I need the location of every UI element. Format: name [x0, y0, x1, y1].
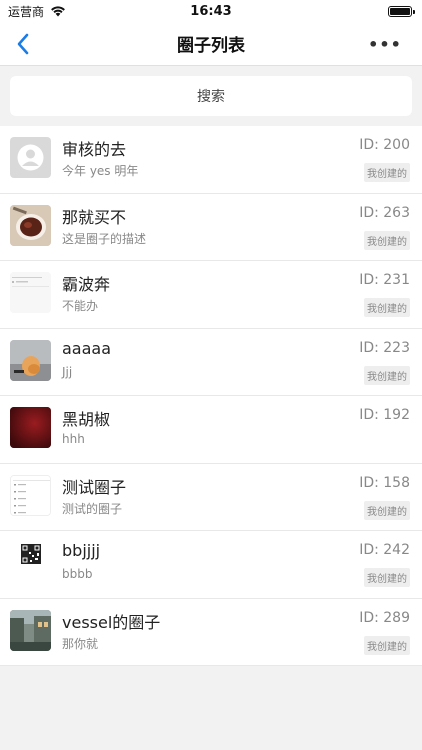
- item-id: ID: 200: [359, 137, 410, 153]
- chevron-left-icon: [17, 33, 29, 55]
- status-time: 16:43: [190, 3, 232, 19]
- list-item[interactable]: vessel的圈子 那你就 ID: 289 我创建的: [0, 599, 422, 666]
- list-screenshot-thumbnail: [10, 474, 51, 516]
- item-description: 那你就: [62, 636, 99, 651]
- creator-badge: 我创建的: [364, 500, 410, 520]
- circle-list: 审核的去 今年 yes 明年 ID: 200 我创建的 那就买不 这是圈子的描述…: [0, 126, 422, 666]
- page-title: 圈子列表: [177, 36, 245, 56]
- screenshot-thumbnail: [10, 272, 51, 313]
- list-item[interactable]: 黑胡椒 hhh ID: 192: [0, 396, 422, 464]
- list-item[interactable]: 审核的去 今年 yes 明年 ID: 200 我创建的: [0, 126, 422, 194]
- list-item[interactable]: 那就买不 这是圈子的描述 ID: 263 我创建的: [0, 194, 422, 261]
- item-title: 黑胡椒: [62, 410, 111, 429]
- qr-code-thumbnail: [10, 542, 51, 583]
- creator-badge: 我创建的: [364, 635, 410, 655]
- hand-photo-image: [10, 339, 51, 381]
- item-title: vessel的圈子: [62, 612, 161, 632]
- search-input[interactable]: 搜索: [10, 76, 412, 116]
- item-description: hhh: [62, 432, 85, 446]
- item-title: aaaaa: [62, 338, 112, 358]
- creator-badge: 我创建的: [364, 298, 410, 317]
- list-item[interactable]: aaaaa Jjj ID: 223 我创建的: [0, 329, 422, 396]
- more-button[interactable]: •••: [368, 32, 401, 56]
- screenshot-image: [10, 272, 51, 313]
- item-id: ID: 289: [359, 609, 410, 626]
- creator-badge: 我创建的: [364, 230, 410, 250]
- item-title: 那就买不: [62, 207, 127, 227]
- item-description: 这是圈子的描述: [62, 231, 147, 246]
- creator-badge: 我创建的: [364, 568, 410, 587]
- qr-code-icon: [10, 542, 51, 583]
- item-description: 今年 yes 明年: [62, 164, 139, 178]
- creator-badge: 我创建的: [364, 163, 410, 182]
- item-description: 不能办: [62, 299, 99, 313]
- item-description: bbbb: [62, 567, 93, 581]
- carrier-label: 运营商: [8, 4, 45, 19]
- wifi-icon: [51, 6, 65, 17]
- navigation-bar: 圈子列表 •••: [0, 22, 422, 66]
- item-title: bbjjjj: [62, 541, 101, 560]
- hand-photo-thumbnail: [10, 339, 51, 381]
- search-area: 搜索: [0, 66, 422, 126]
- creator-badge: 我创建的: [364, 365, 410, 385]
- status-bar: 运营商 16:43: [0, 0, 422, 22]
- food-photo-image: [10, 204, 51, 246]
- item-description: Jjj: [62, 364, 73, 379]
- street-photo-image: [10, 609, 51, 651]
- default-avatar-thumbnail: [10, 137, 51, 178]
- food-photo-thumbnail: [10, 204, 51, 246]
- status-left: 运营商: [8, 3, 66, 20]
- back-button[interactable]: [8, 29, 38, 59]
- item-id: ID: 242: [359, 542, 410, 558]
- item-id: ID: 231: [359, 272, 410, 288]
- item-title: 审核的去: [62, 140, 127, 159]
- user-placeholder-icon: [17, 144, 44, 171]
- item-id: ID: 158: [359, 474, 410, 491]
- dark-red-image: [10, 407, 51, 448]
- list-item[interactable]: 测试圈子 测试的圈子 ID: 158 我创建的: [0, 464, 422, 531]
- list-screenshot-image: [11, 475, 50, 515]
- item-id: ID: 223: [359, 339, 410, 356]
- list-item[interactable]: bbjjjj bbbb ID: 242 我创建的: [0, 531, 422, 599]
- item-id: ID: 192: [359, 407, 410, 423]
- item-id: ID: 263: [359, 204, 410, 221]
- battery-icon: [388, 5, 415, 17]
- item-title: 测试圈子: [62, 477, 127, 497]
- street-photo-thumbnail: [10, 609, 51, 651]
- dark-red-photo-thumbnail: [10, 407, 51, 448]
- item-description: 测试的圈子: [62, 501, 123, 516]
- list-item[interactable]: 霸波奔 不能办 ID: 231 我创建的: [0, 261, 422, 329]
- item-title: 霸波奔: [62, 275, 111, 294]
